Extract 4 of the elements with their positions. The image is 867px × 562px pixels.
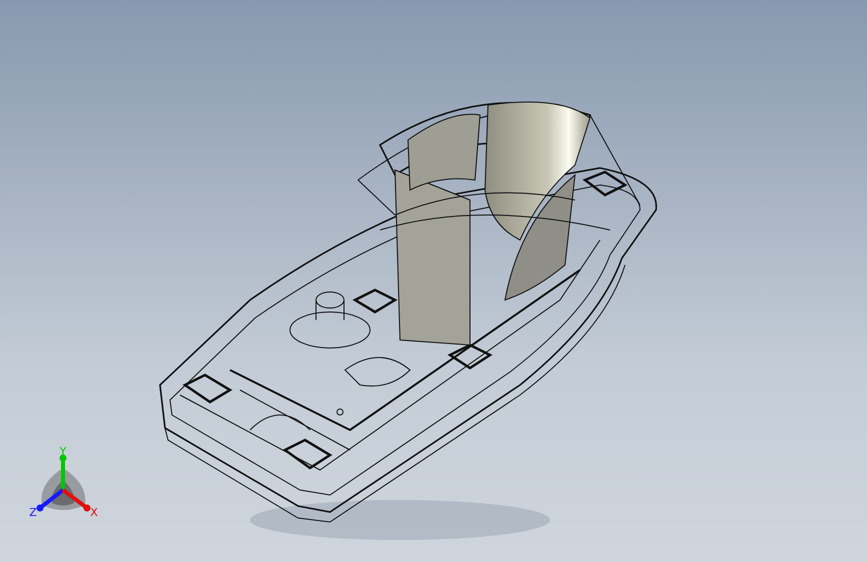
- axis-triad-drawing: [41, 468, 86, 510]
- axis-label: X: [90, 506, 98, 519]
- axis-label: Y: [60, 445, 66, 458]
- axis-label: Z: [29, 506, 37, 519]
